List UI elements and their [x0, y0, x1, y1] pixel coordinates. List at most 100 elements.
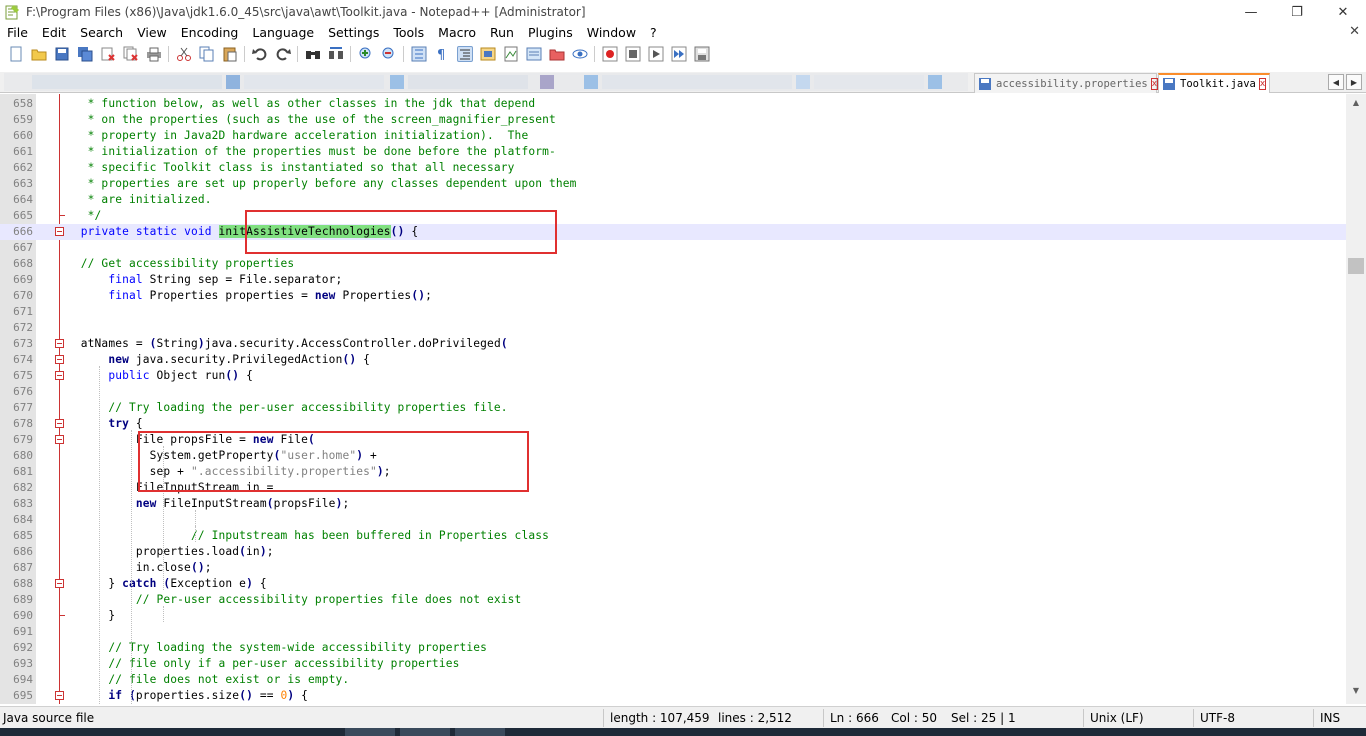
close-all-icon[interactable]: [123, 46, 139, 62]
menu-language[interactable]: Language: [245, 24, 321, 42]
save-macro-icon[interactable]: [694, 46, 710, 62]
code-line[interactable]: 694 // file does not exist or is empty.: [0, 672, 1346, 688]
restore-button[interactable]: ❐: [1274, 0, 1320, 24]
fold-toggle-icon[interactable]: [55, 339, 64, 348]
menu-help[interactable]: ?: [643, 24, 664, 42]
code-line[interactable]: 665 */: [0, 208, 1346, 224]
doc-map-icon[interactable]: [503, 46, 519, 62]
line-number: 677: [13, 401, 33, 414]
indent-guide-icon[interactable]: [456, 46, 473, 62]
open-file-icon[interactable]: [31, 46, 47, 62]
code-line[interactable]: 661 * initialization of the properties m…: [0, 144, 1346, 160]
fold-toggle-icon[interactable]: [55, 691, 64, 700]
code-line[interactable]: 683 new FileInputStream(propsFile);: [0, 496, 1346, 512]
tab-close-icon[interactable]: x: [1258, 78, 1267, 90]
menu-edit[interactable]: Edit: [35, 24, 73, 42]
code-line[interactable]: 695 if (properties.size() == 0) {: [0, 688, 1346, 704]
print-icon[interactable]: [146, 46, 162, 62]
code-line[interactable]: 674 new java.security.PrivilegedAction()…: [0, 352, 1346, 368]
paste-icon[interactable]: [222, 46, 238, 62]
code-line[interactable]: 659 * on the properties (such as the use…: [0, 112, 1346, 128]
code-line[interactable]: 675 public Object run() {: [0, 368, 1346, 384]
scroll-up-icon[interactable]: ▲: [1348, 98, 1364, 112]
code-line[interactable]: 690 }: [0, 608, 1346, 624]
tab-accessibility-properties[interactable]: accessibility.properties x: [974, 73, 1159, 93]
minimize-button[interactable]: —: [1228, 0, 1274, 24]
fold-toggle-icon[interactable]: [55, 355, 64, 364]
sync-vertical-icon[interactable]: [411, 46, 427, 62]
code-line[interactable]: 673 atNames = (String)java.security.Acce…: [0, 336, 1346, 352]
vertical-scrollbar[interactable]: ▲ ▼: [1346, 94, 1366, 704]
tab-close-icon[interactable]: x: [1150, 77, 1159, 90]
fold-toggle-icon[interactable]: [55, 371, 64, 380]
code-line[interactable]: 691: [0, 624, 1346, 640]
copy-icon[interactable]: [199, 46, 215, 62]
replace-icon[interactable]: [328, 46, 344, 62]
menu-file[interactable]: File: [0, 24, 35, 42]
code-line[interactable]: 689 // Per-user accessibility properties…: [0, 592, 1346, 608]
code-line[interactable]: 663 * properties are set up properly bef…: [0, 176, 1346, 192]
code-line[interactable]: 688 } catch (Exception e) {: [0, 576, 1346, 592]
menu-run[interactable]: Run: [483, 24, 521, 42]
code-line[interactable]: 666 private static void initAssistiveTec…: [0, 224, 1346, 240]
code-line[interactable]: 677 // Try loading the per-user accessib…: [0, 400, 1346, 416]
menu-encoding[interactable]: Encoding: [174, 24, 246, 42]
code-line[interactable]: 668 // Get accessibility properties: [0, 256, 1346, 272]
code-line[interactable]: 669 final String sep = File.separator;: [0, 272, 1346, 288]
code-line[interactable]: 676: [0, 384, 1346, 400]
menu-tools[interactable]: Tools: [386, 24, 431, 42]
code-line[interactable]: 692 // Try loading the system-wide acces…: [0, 640, 1346, 656]
find-icon[interactable]: [305, 46, 321, 62]
code-line[interactable]: 693 // file only if a per-user accessibi…: [0, 656, 1346, 672]
code-line[interactable]: 678 try {: [0, 416, 1346, 432]
code-line[interactable]: 670 final Properties properties = new Pr…: [0, 288, 1346, 304]
code-line[interactable]: 672: [0, 320, 1346, 336]
undo-icon[interactable]: [251, 46, 268, 62]
function-list-icon[interactable]: [526, 46, 542, 62]
stop-macro-icon[interactable]: [625, 46, 641, 62]
code-line[interactable]: 660 * property in Java2D hardware accele…: [0, 128, 1346, 144]
tab-scroll-left-icon[interactable]: ◀: [1328, 74, 1344, 90]
close-button[interactable]: ✕: [1320, 0, 1366, 24]
code-line[interactable]: 687 in.close();: [0, 560, 1346, 576]
record-macro-icon[interactable]: [602, 46, 618, 62]
play-macro-icon[interactable]: [648, 46, 664, 62]
code-line[interactable]: 662 * specific Toolkit class is instanti…: [0, 160, 1346, 176]
menu-macro[interactable]: Macro: [431, 24, 483, 42]
menu-search[interactable]: Search: [73, 24, 130, 42]
menu-settings[interactable]: Settings: [321, 24, 386, 42]
tab-toolkit-java[interactable]: Toolkit.java x: [1158, 73, 1270, 93]
udl-icon[interactable]: [480, 46, 496, 62]
zoom-out-icon[interactable]: [381, 46, 397, 62]
menu-plugins[interactable]: Plugins: [521, 24, 580, 42]
code-line[interactable]: 684: [0, 512, 1346, 528]
new-file-icon[interactable]: [8, 46, 24, 62]
close-document-button[interactable]: ✕: [1349, 24, 1360, 39]
fold-toggle-icon[interactable]: [55, 419, 64, 428]
show-all-chars-icon[interactable]: ¶: [434, 46, 450, 63]
code-line[interactable]: 671: [0, 304, 1346, 320]
cut-icon[interactable]: [176, 46, 192, 62]
fold-toggle-icon[interactable]: [55, 579, 64, 588]
zoom-in-icon[interactable]: [358, 46, 374, 62]
fold-toggle-icon[interactable]: [55, 227, 64, 236]
save-icon[interactable]: [54, 46, 70, 62]
menu-view[interactable]: View: [130, 24, 174, 42]
fold-toggle-icon[interactable]: [55, 435, 64, 444]
run-multiple-macro-icon[interactable]: [671, 46, 687, 62]
folder-workspace-icon[interactable]: [549, 46, 565, 62]
code-line[interactable]: 667: [0, 240, 1346, 256]
code-line[interactable]: 686 properties.load(in);: [0, 544, 1346, 560]
code-line[interactable]: 664 * are initialized.: [0, 192, 1346, 208]
redo-icon[interactable]: [275, 46, 291, 62]
save-all-icon[interactable]: [77, 46, 93, 62]
code-line[interactable]: 685 // Inputstream has been buffered in …: [0, 528, 1346, 544]
scroll-thumb[interactable]: [1348, 258, 1364, 274]
tab-scroll-right-icon[interactable]: ▶: [1346, 74, 1362, 90]
menu-window[interactable]: Window: [580, 24, 643, 42]
code-editor[interactable]: 658 * function below, as well as other c…: [0, 94, 1346, 704]
monitor-icon[interactable]: [572, 46, 588, 62]
code-line[interactable]: 658 * function below, as well as other c…: [0, 96, 1346, 112]
scroll-down-icon[interactable]: ▼: [1348, 686, 1364, 700]
close-icon[interactable]: [100, 46, 116, 62]
